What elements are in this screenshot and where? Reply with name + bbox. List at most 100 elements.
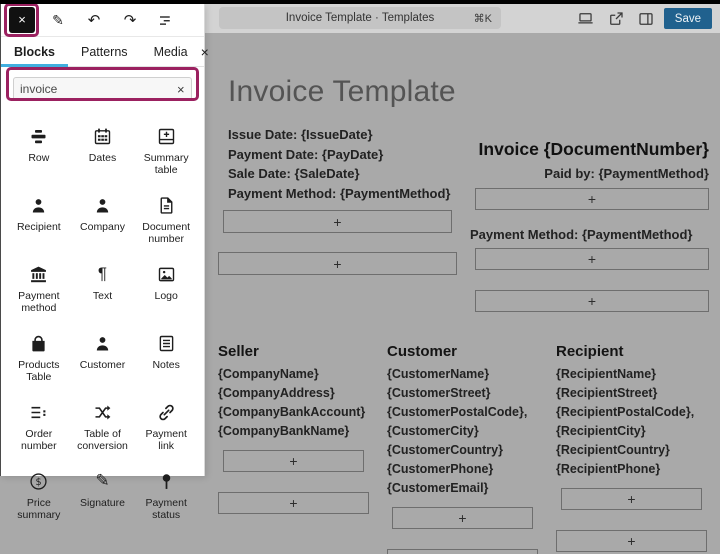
block-appender[interactable]: + bbox=[561, 488, 702, 510]
paragraph-icon: ¶ bbox=[98, 262, 107, 286]
seller-heading[interactable]: Seller bbox=[218, 343, 369, 360]
document-icon bbox=[156, 193, 177, 217]
block-results-grid: Row Dates bbox=[1, 107, 204, 537]
block-item-document-number[interactable]: Document number bbox=[134, 184, 198, 253]
parties-columns: Seller {CompanyName} {CompanyAddress} {C… bbox=[218, 343, 707, 554]
settings-sidebar-icon[interactable] bbox=[634, 7, 658, 31]
inserter-toggle-button[interactable]: × bbox=[9, 7, 35, 33]
block-item-customer[interactable]: Customer bbox=[71, 322, 135, 391]
redo-icon[interactable]: ↷ bbox=[117, 7, 143, 33]
issue-date-line[interactable]: Issue Date: {IssueDate} bbox=[228, 125, 450, 145]
customer-column[interactable]: Customer {CustomerName} {CustomerStreet}… bbox=[387, 343, 538, 554]
document-command-bar[interactable]: Invoice Template · Templates ⌘K bbox=[219, 7, 501, 29]
undo-icon[interactable]: ↶ bbox=[81, 7, 107, 33]
search-input[interactable] bbox=[20, 82, 175, 96]
block-appender[interactable]: + bbox=[387, 549, 538, 554]
block-item-label: Payment method bbox=[9, 290, 69, 314]
inserter-tabs: Blocks Patterns Media × bbox=[1, 37, 204, 67]
ordered-list-icon bbox=[28, 400, 49, 424]
customer-line[interactable]: {CustomerStreet} bbox=[387, 384, 538, 403]
block-item-summary-table[interactable]: Summary table bbox=[134, 115, 198, 184]
block-item-dates[interactable]: Dates bbox=[71, 115, 135, 184]
recipient-line[interactable]: {RecipientStreet} bbox=[556, 384, 707, 403]
block-item-signature[interactable]: ✎ Signature bbox=[71, 460, 135, 529]
block-search-box[interactable]: × bbox=[13, 77, 192, 101]
edit-pencil-icon[interactable]: ✎ bbox=[45, 7, 71, 33]
tab-blocks[interactable]: Blocks bbox=[1, 37, 68, 67]
pin-icon bbox=[156, 469, 177, 493]
clear-search-icon[interactable]: × bbox=[175, 82, 187, 97]
seller-column[interactable]: Seller {CompanyName} {CompanyAddress} {C… bbox=[218, 343, 369, 554]
seller-line[interactable]: {CompanyBankAccount} bbox=[218, 403, 369, 422]
block-item-table-of-conversion[interactable]: Table of conversion bbox=[71, 391, 135, 460]
block-appender[interactable]: + bbox=[475, 248, 709, 270]
block-item-order-number[interactable]: Order number bbox=[7, 391, 71, 460]
customer-line[interactable]: {CustomerPhone} bbox=[387, 460, 538, 479]
person-icon bbox=[28, 193, 49, 217]
sale-date-line[interactable]: Sale Date: {SaleDate} bbox=[228, 164, 450, 184]
customer-heading[interactable]: Customer bbox=[387, 343, 538, 360]
paid-by-line[interactable]: Paid by: {PaymentMethod} bbox=[470, 166, 709, 181]
seller-line[interactable]: {CompanyAddress} bbox=[218, 384, 369, 403]
person-icon bbox=[92, 331, 113, 355]
image-icon bbox=[156, 262, 177, 286]
table-plus-icon bbox=[156, 124, 177, 148]
block-item-label: Table of conversion bbox=[73, 428, 133, 452]
bag-icon bbox=[28, 331, 49, 355]
block-item-logo[interactable]: Logo bbox=[134, 253, 198, 322]
customer-line[interactable]: {CustomerPostalCode}, bbox=[387, 403, 538, 422]
close-icon[interactable]: × bbox=[201, 44, 209, 60]
dollar-circle-icon: $ bbox=[28, 469, 49, 493]
block-item-row[interactable]: Row bbox=[7, 115, 71, 184]
customer-line[interactable]: {CustomerEmail} bbox=[387, 479, 538, 498]
block-item-price-summary[interactable]: $ Price summary bbox=[7, 460, 71, 529]
block-item-label: Payment link bbox=[136, 428, 196, 452]
tab-media[interactable]: Media bbox=[141, 37, 201, 67]
customer-line[interactable]: {CustomerCountry} bbox=[387, 441, 538, 460]
seller-line[interactable]: {CompanyName} bbox=[218, 365, 369, 384]
customer-line[interactable]: {CustomerName} bbox=[387, 365, 538, 384]
search-area: × bbox=[1, 67, 204, 107]
block-item-text[interactable]: ¶ Text bbox=[71, 253, 135, 322]
recipient-line[interactable]: {RecipientName} bbox=[556, 365, 707, 384]
block-appender[interactable]: + bbox=[392, 507, 533, 529]
block-item-payment-method[interactable]: Payment method bbox=[7, 253, 71, 322]
payment-method-line[interactable]: Payment Method: {PaymentMethod} bbox=[228, 184, 450, 204]
template-title[interactable]: Invoice Template bbox=[228, 75, 456, 109]
recipient-heading[interactable]: Recipient bbox=[556, 343, 707, 360]
recipient-column[interactable]: Recipient {RecipientName} {RecipientStre… bbox=[556, 343, 707, 554]
block-item-notes[interactable]: Notes bbox=[134, 322, 198, 391]
block-appender[interactable]: + bbox=[475, 290, 709, 312]
dates-block[interactable]: Issue Date: {IssueDate} Payment Date: {P… bbox=[228, 125, 450, 203]
device-preview-icon[interactable] bbox=[574, 7, 598, 31]
block-item-label: Company bbox=[80, 221, 125, 233]
block-appender[interactable]: + bbox=[475, 188, 709, 210]
block-item-payment-link[interactable]: Payment link bbox=[134, 391, 198, 460]
block-appender[interactable]: + bbox=[223, 210, 452, 233]
block-appender[interactable]: + bbox=[218, 492, 369, 514]
block-item-recipient[interactable]: Recipient bbox=[7, 184, 71, 253]
view-site-external-link-icon[interactable] bbox=[604, 7, 628, 31]
block-appender[interactable]: + bbox=[556, 530, 707, 552]
recipient-line[interactable]: {RecipientPhone} bbox=[556, 460, 707, 479]
seller-line[interactable]: {CompanyBankName} bbox=[218, 422, 369, 441]
block-item-products-table[interactable]: Products Table bbox=[7, 322, 71, 391]
block-item-company[interactable]: Company bbox=[71, 184, 135, 253]
list-view-icon[interactable] bbox=[153, 7, 179, 33]
block-item-label: Products Table bbox=[9, 359, 69, 383]
recipient-line[interactable]: {RecipientCity} bbox=[556, 422, 707, 441]
block-item-payment-status[interactable]: Payment status bbox=[134, 460, 198, 529]
customer-line[interactable]: {CustomerCity} bbox=[387, 422, 538, 441]
block-item-label: Document number bbox=[136, 221, 196, 245]
recipient-line[interactable]: {RecipientCountry} bbox=[556, 441, 707, 460]
block-item-label: Dates bbox=[89, 152, 116, 164]
person-icon bbox=[92, 193, 113, 217]
invoice-number-heading[interactable]: Invoice {DocumentNumber} bbox=[470, 139, 709, 160]
recipient-line[interactable]: {RecipientPostalCode}, bbox=[556, 403, 707, 422]
tab-patterns[interactable]: Patterns bbox=[68, 37, 141, 67]
save-button[interactable]: Save bbox=[664, 8, 712, 29]
payment-date-line[interactable]: Payment Date: {PayDate} bbox=[228, 145, 450, 165]
block-appender[interactable]: + bbox=[218, 252, 457, 275]
payment-method-block[interactable]: Payment Method: {PaymentMethod} bbox=[470, 227, 692, 242]
block-appender[interactable]: + bbox=[223, 450, 364, 472]
